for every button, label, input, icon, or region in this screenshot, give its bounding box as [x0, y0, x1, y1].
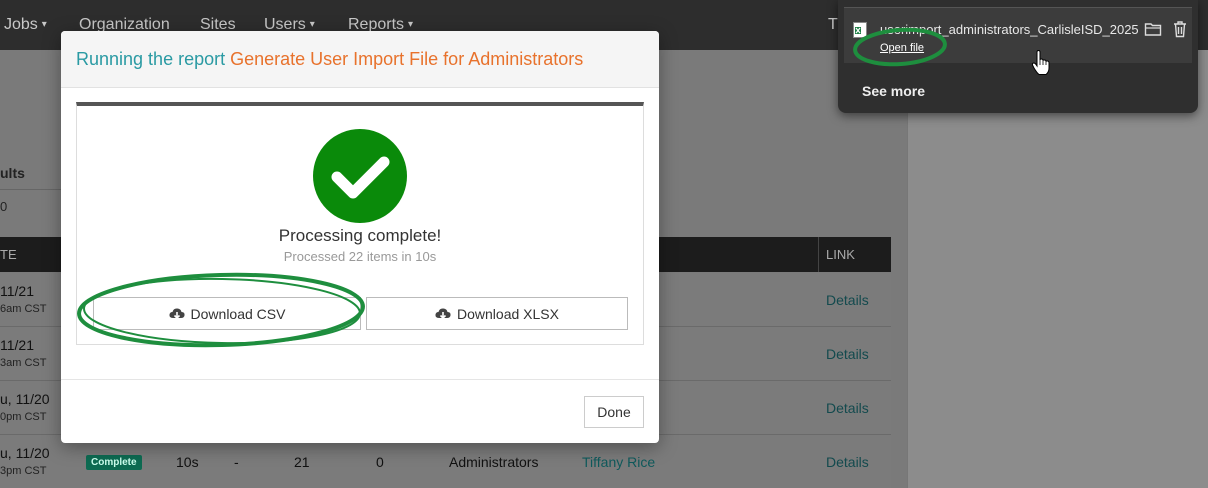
- download-item[interactable]: userimport_administrators_CarlisleISD_20…: [844, 7, 1192, 63]
- hand-pointer-icon: [1031, 50, 1050, 75]
- details-link[interactable]: Details: [826, 400, 869, 416]
- row-count: 21: [294, 454, 310, 470]
- browser-downloads-popup: userimport_administrators_CarlisleISD_20…: [838, 0, 1198, 113]
- results-value: 0: [0, 199, 8, 214]
- row-errors: 0: [376, 454, 384, 470]
- cloud-download-icon: [435, 307, 451, 319]
- success-check-icon: [313, 129, 407, 223]
- row-date: 11/21: [0, 283, 34, 299]
- download-csv-label: Download CSV: [190, 305, 286, 322]
- column-divider: [818, 237, 819, 272]
- column-date[interactable]: TE: [0, 247, 17, 262]
- column-link[interactable]: LINK: [826, 247, 855, 262]
- download-csv-button[interactable]: Download CSV: [93, 297, 361, 330]
- done-button[interactable]: Done: [584, 396, 644, 428]
- row-type: Administrators: [449, 454, 539, 470]
- results-divider: [0, 189, 62, 190]
- folder-icon[interactable]: [1144, 21, 1162, 37]
- download-file-name: userimport_administrators_CarlisleISD_20…: [880, 22, 1138, 37]
- modal-footer: Done: [61, 379, 659, 443]
- row-time: 3pm CST: [0, 465, 47, 477]
- modal-header: Running the report Generate User Import …: [61, 31, 659, 88]
- trash-icon[interactable]: [1172, 20, 1188, 38]
- see-more-link[interactable]: See more: [862, 83, 925, 99]
- nav-truncated-item[interactable]: T: [828, 16, 838, 34]
- row-date: 11/21: [0, 337, 34, 353]
- details-link[interactable]: Details: [826, 346, 869, 362]
- open-file-link[interactable]: Open file: [880, 42, 924, 54]
- nav-jobs[interactable]: Jobs ▾: [4, 16, 47, 34]
- download-xlsx-label: Download XLSX: [457, 305, 559, 322]
- details-link[interactable]: Details: [826, 454, 869, 470]
- download-xlsx-button[interactable]: Download XLSX: [366, 297, 628, 330]
- report-modal: Running the report Generate User Import …: [61, 31, 659, 443]
- modal-title-report: Generate User Import File for Administra…: [230, 49, 584, 69]
- result-panel: Processing complete! Processed 22 items …: [76, 102, 644, 345]
- row-user-link[interactable]: Tiffany Rice: [582, 454, 655, 470]
- row-date: u, 11/20: [0, 445, 50, 461]
- details-link[interactable]: Details: [826, 292, 869, 308]
- modal-title: Running the report Generate User Import …: [76, 49, 583, 70]
- row-time: 0pm CST: [0, 411, 47, 423]
- results-label: ults: [0, 165, 25, 181]
- processing-summary: Processed 22 items in 10s: [283, 249, 437, 264]
- status-badge: Complete: [86, 455, 142, 470]
- row-time: 3am CST: [0, 357, 47, 369]
- cloud-download-icon: [168, 307, 185, 319]
- row-duration: 10s: [176, 454, 199, 470]
- right-pane: [907, 50, 1208, 488]
- modal-title-prefix: Running the report: [76, 49, 231, 69]
- processing-status: Processing complete!: [278, 226, 442, 245]
- row-dash: -: [234, 454, 239, 470]
- spreadsheet-file-icon: [853, 22, 867, 38]
- row-date: u, 11/20: [0, 391, 50, 407]
- row-time: 6am CST: [0, 303, 47, 315]
